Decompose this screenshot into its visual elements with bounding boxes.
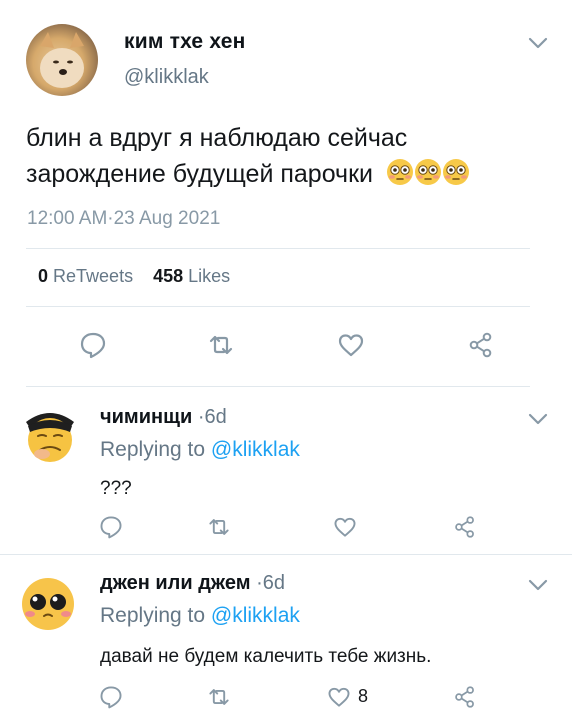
divider bbox=[26, 306, 530, 307]
share-icon[interactable] bbox=[466, 330, 496, 360]
author-handle[interactable]: @klikklak bbox=[124, 66, 209, 89]
chevron-down-icon[interactable] bbox=[528, 36, 548, 50]
tweet-text: блин а вдруг я наблюдаю сейчас зарождени… bbox=[26, 120, 546, 192]
tweet-stats: 0 ReTweets 458 Likes bbox=[38, 266, 230, 287]
tweet-text-line-2: зарождение будущей парочки bbox=[26, 156, 546, 192]
flushed-face-icon bbox=[386, 159, 413, 185]
replying-to-label: Replying to bbox=[100, 438, 206, 461]
author-avatar[interactable] bbox=[26, 24, 98, 96]
reply-time[interactable]: ·6d bbox=[256, 572, 285, 594]
divider bbox=[26, 248, 530, 249]
tweet-text-line-2-text: зарождение будущей парочки bbox=[26, 160, 373, 188]
replying-to: Replying to @klikklak bbox=[100, 604, 300, 628]
share-icon[interactable] bbox=[452, 514, 478, 540]
reply-author[interactable]: чиминщи ·6d bbox=[100, 406, 227, 429]
likes-label[interactable]: Likes bbox=[188, 266, 230, 286]
heart-icon[interactable] bbox=[336, 330, 366, 360]
replying-to-handle[interactable]: @klikklak bbox=[211, 438, 300, 461]
author-name[interactable]: ким тхе хен bbox=[124, 30, 245, 54]
reply-author[interactable]: джен или джем ·6d bbox=[100, 572, 285, 595]
reply-avatar[interactable] bbox=[20, 576, 76, 632]
reply-author-name[interactable]: джен или джем bbox=[100, 572, 251, 594]
retweet-icon[interactable] bbox=[206, 514, 232, 540]
chevron-down-icon[interactable] bbox=[528, 412, 548, 426]
reply-tweet: джен или джем ·6d Replying to @klikklak … bbox=[0, 558, 572, 720]
retweet-icon[interactable] bbox=[206, 330, 236, 360]
reply-text: ??? bbox=[100, 478, 132, 499]
tweet-text-line-1: блин а вдруг я наблюдаю сейчас bbox=[26, 124, 408, 152]
share-icon[interactable] bbox=[452, 684, 478, 710]
retweets-label[interactable]: ReTweets bbox=[53, 266, 133, 286]
divider bbox=[0, 554, 572, 555]
reply-icon[interactable] bbox=[98, 514, 124, 540]
replying-to: Replying to @klikklak bbox=[100, 438, 300, 462]
replying-to-label: Replying to bbox=[100, 604, 206, 627]
reply-text: давай не будем калечить тебе жизнь. bbox=[100, 646, 432, 667]
divider bbox=[26, 386, 530, 387]
like-count: 8 bbox=[358, 686, 369, 706]
flushed-face-icon bbox=[442, 159, 469, 185]
retweets-count[interactable]: 0 bbox=[38, 266, 48, 286]
reply-time[interactable]: ·6d bbox=[198, 406, 227, 428]
tweet-timestamp[interactable]: 12:00 AM·23 Aug 2021 bbox=[27, 208, 220, 230]
flushed-face-emoji-group bbox=[386, 158, 470, 186]
heart-icon[interactable] bbox=[332, 514, 358, 540]
main-tweet: ким тхе хен @klikklak блин а вдруг я наб… bbox=[0, 0, 572, 386]
reply-icon[interactable] bbox=[98, 684, 124, 710]
heart-icon[interactable] bbox=[326, 684, 352, 710]
reply-author-name[interactable]: чиминщи bbox=[100, 406, 192, 428]
flushed-face-icon bbox=[414, 159, 441, 185]
reply-tweet: чиминщи ·6d Replying to @klikklak ??? bbox=[0, 392, 572, 554]
replying-to-handle[interactable]: @klikklak bbox=[211, 604, 300, 627]
likes-count[interactable]: 458 bbox=[153, 266, 183, 286]
chevron-down-icon[interactable] bbox=[528, 578, 548, 592]
reply-icon[interactable] bbox=[78, 330, 108, 360]
reply-avatar[interactable] bbox=[20, 404, 76, 462]
retweet-icon[interactable] bbox=[206, 684, 232, 710]
